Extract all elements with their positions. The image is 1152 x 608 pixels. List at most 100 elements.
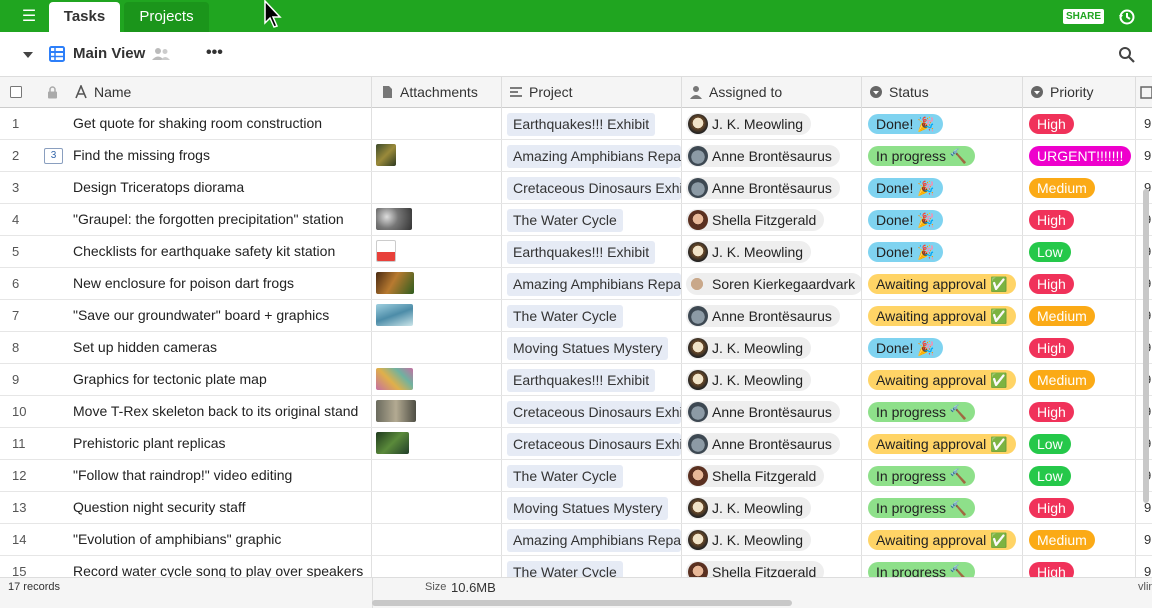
project-chip[interactable]: Moving Statues Mystery	[507, 496, 669, 520]
status-cell[interactable]: In progress 🔨	[862, 556, 1023, 577]
assigned-cell[interactable]: J. K. Meowling	[682, 332, 862, 363]
table-row[interactable]: 10 Move T-Rex skeleton back to its origin…	[0, 396, 1152, 428]
tab-projects[interactable]: Projects	[124, 2, 209, 32]
table-row[interactable]: 8 Set up hidden cameras Moving Statues Mys…	[0, 332, 1152, 364]
priority-cell[interactable]: Low	[1023, 428, 1136, 459]
attachments-cell[interactable]	[372, 236, 502, 267]
priority-cell[interactable]: High	[1023, 108, 1136, 139]
attachments-cell[interactable]	[372, 492, 502, 523]
project-chip[interactable]: Earthquakes!!! Exhibit	[507, 112, 656, 136]
project-chip[interactable]: Amazing Amphibians Repair	[507, 272, 681, 296]
project-cell[interactable]: The Water Cycle	[502, 204, 682, 235]
project-cell[interactable]: Amazing Amphibians Repair	[502, 524, 682, 555]
column-header-assigned[interactable]: Assigned to	[682, 77, 862, 108]
attachment-thumbnail[interactable]	[376, 240, 396, 262]
attachments-cell[interactable]	[372, 140, 502, 171]
project-chip[interactable]: The Water Cycle	[507, 560, 623, 577]
project-chip[interactable]: Earthquakes!!! Exhibit	[507, 240, 656, 264]
task-name-cell[interactable]: New enclosure for poison dart frogs	[70, 268, 372, 299]
person-chip[interactable]: Anne Brontësaurus	[686, 305, 840, 328]
partial-cell[interactable]: 9	[1136, 140, 1152, 171]
attachments-cell[interactable]	[372, 364, 502, 395]
project-chip[interactable]: Moving Statues Mystery	[507, 336, 669, 360]
view-name[interactable]: Main View	[73, 45, 145, 62]
attachments-cell[interactable]	[372, 108, 502, 139]
horizontal-scrollbar[interactable]	[372, 600, 792, 606]
column-header-priority[interactable]: Priority	[1023, 77, 1136, 108]
table-row[interactable]: 14 "Evolution of amphibians" graphic Amazi…	[0, 524, 1152, 556]
attachments-cell[interactable]	[372, 268, 502, 299]
attachments-cell[interactable]	[372, 332, 502, 363]
attachments-cell[interactable]	[372, 172, 502, 203]
assigned-cell[interactable]: Shella Fitzgerald	[682, 556, 862, 577]
person-chip[interactable]: J. K. Meowling	[686, 241, 812, 264]
status-cell[interactable]: Awaiting approval ✅	[862, 428, 1023, 459]
assigned-cell[interactable]: Shella Fitzgerald	[682, 204, 862, 235]
project-chip[interactable]: Amazing Amphibians Repair	[507, 144, 681, 168]
person-chip[interactable]: Shella Fitzgerald	[686, 209, 825, 232]
attachment-thumbnail[interactable]	[376, 400, 416, 422]
attachment-thumbnail[interactable]	[376, 368, 413, 390]
project-cell[interactable]: The Water Cycle	[502, 460, 682, 491]
status-cell[interactable]: Awaiting approval ✅	[862, 524, 1023, 555]
task-name-cell[interactable]: Question night security staff	[70, 492, 372, 523]
attachments-cell[interactable]	[372, 524, 502, 555]
task-name-cell[interactable]: Get quote for shaking room construction	[70, 108, 372, 139]
attachment-thumbnail[interactable]	[376, 272, 414, 294]
table-row[interactable]: 2 3 Find the missing frogs Amazing Amphibia…	[0, 140, 1152, 172]
priority-cell[interactable]: High	[1023, 556, 1136, 577]
column-header-name[interactable]: Name	[70, 77, 372, 108]
task-name-cell[interactable]: "Follow that raindrop!" video editing	[70, 460, 372, 491]
assigned-cell[interactable]: Anne Brontësaurus	[682, 428, 862, 459]
person-chip[interactable]: J. K. Meowling	[686, 529, 812, 552]
person-chip[interactable]: Anne Brontësaurus	[686, 433, 840, 456]
hamburger-menu-icon[interactable]: ☰	[16, 8, 42, 26]
table-row[interactable]: 11 Prehistoric plant replicas Cretaceous D…	[0, 428, 1152, 460]
person-chip[interactable]: J. K. Meowling	[686, 369, 812, 392]
attachments-cell[interactable]	[372, 460, 502, 491]
task-name-cell[interactable]: Prehistoric plant replicas	[70, 428, 372, 459]
project-cell[interactable]: The Water Cycle	[502, 556, 682, 577]
attachment-thumbnail[interactable]	[376, 304, 413, 326]
vertical-scrollbar[interactable]	[1143, 189, 1149, 503]
attachment-thumbnail[interactable]	[376, 208, 412, 230]
project-chip[interactable]: Cretaceous Dinosaurs Exhib	[507, 176, 681, 200]
table-row[interactable]: 12 "Follow that raindrop!" video editing T…	[0, 460, 1152, 492]
status-cell[interactable]: Done! 🎉	[862, 172, 1023, 203]
priority-cell[interactable]: Medium	[1023, 524, 1136, 555]
partial-cell[interactable]: 9	[1136, 524, 1152, 555]
table-row[interactable]: 9 Graphics for tectonic plate map Earthqua…	[0, 364, 1152, 396]
person-chip[interactable]: J. K. Meowling	[686, 337, 812, 360]
attachments-cell[interactable]	[372, 396, 502, 427]
assigned-cell[interactable]: Shella Fitzgerald	[682, 460, 862, 491]
partial-cell[interactable]: 9	[1136, 556, 1152, 577]
status-cell[interactable]: Done! 🎉	[862, 236, 1023, 267]
assigned-cell[interactable]: J. K. Meowling	[682, 108, 862, 139]
assigned-cell[interactable]: Anne Brontësaurus	[682, 140, 862, 171]
task-name-cell[interactable]: Graphics for tectonic plate map	[70, 364, 372, 395]
project-cell[interactable]: Cretaceous Dinosaurs Exhib	[502, 172, 682, 203]
assigned-cell[interactable]: J. K. Meowling	[682, 236, 862, 267]
search-icon[interactable]	[1118, 46, 1135, 63]
attachments-cell[interactable]	[372, 428, 502, 459]
task-name-cell[interactable]: Move T-Rex skeleton back to its original…	[70, 396, 372, 427]
table-row[interactable]: 7 "Save our groundwater" board + graphics…	[0, 300, 1152, 332]
project-chip[interactable]: Cretaceous Dinosaurs Exhib	[507, 432, 681, 456]
table-row[interactable]: 15 Record water cycle song to play over s…	[0, 556, 1152, 577]
person-chip[interactable]: Shella Fitzgerald	[686, 465, 825, 488]
project-chip[interactable]: The Water Cycle	[507, 208, 623, 232]
priority-cell[interactable]: URGENT!!!!!!!	[1023, 140, 1136, 171]
person-chip[interactable]: J. K. Meowling	[686, 497, 812, 520]
project-cell[interactable]: Earthquakes!!! Exhibit	[502, 364, 682, 395]
partial-cell[interactable]: 9	[1136, 108, 1152, 139]
assigned-cell[interactable]: Anne Brontësaurus	[682, 396, 862, 427]
priority-cell[interactable]: High	[1023, 396, 1136, 427]
assigned-cell[interactable]: Soren Kierkegaardvark	[682, 268, 862, 299]
table-row[interactable]: 13 Question night security staff Moving St…	[0, 492, 1152, 524]
priority-cell[interactable]: Medium	[1023, 300, 1136, 331]
attachments-cell[interactable]	[372, 300, 502, 331]
comment-count-badge[interactable]: 3	[44, 148, 63, 164]
project-cell[interactable]: Earthquakes!!! Exhibit	[502, 108, 682, 139]
tab-tasks[interactable]: Tasks	[49, 2, 120, 32]
more-options-icon[interactable]: •••	[206, 44, 223, 62]
